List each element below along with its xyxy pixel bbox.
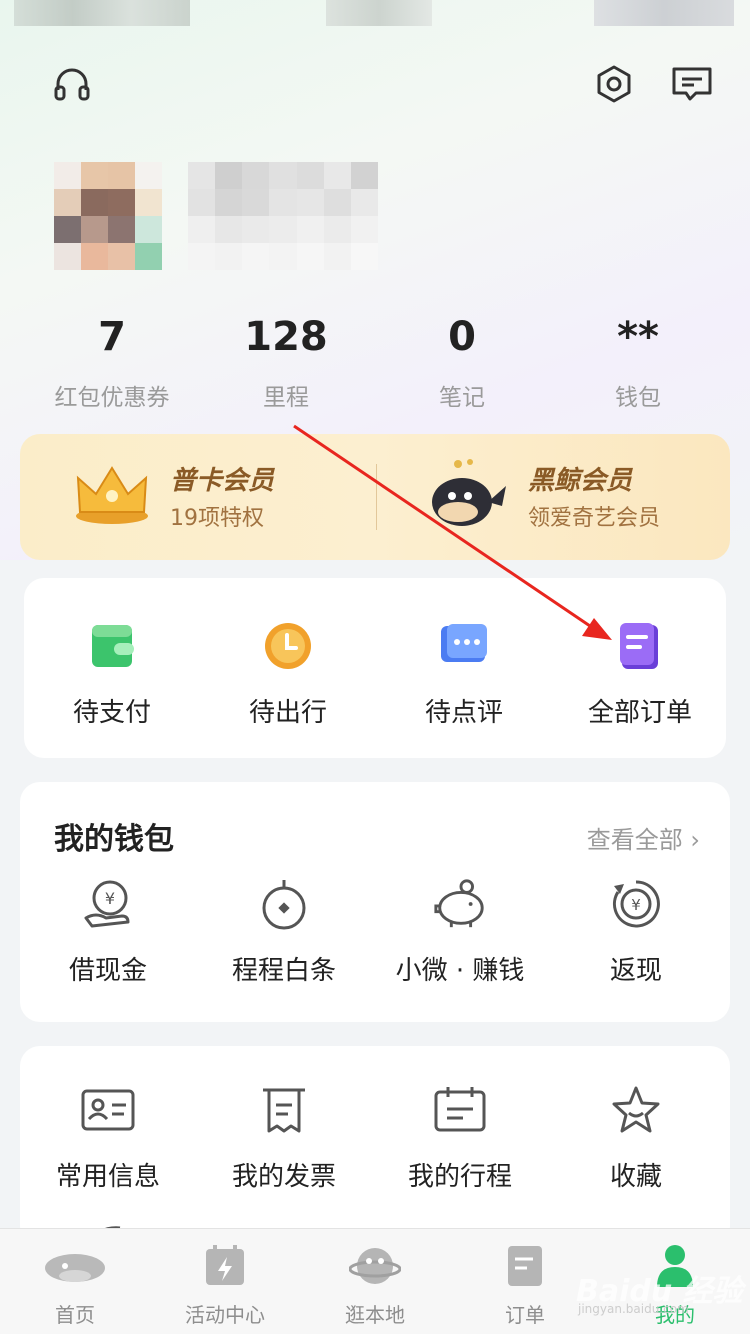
svg-text:¥: ¥ (631, 896, 641, 914)
orders-card: 待支付 待出行 待点评 全部订单 (24, 578, 726, 758)
tab-label: 首页 (55, 1303, 95, 1327)
member-black-whale-title[interactable]: 黑鲸会员 (528, 460, 632, 497)
whale-icon (428, 456, 508, 532)
service-favorites[interactable]: 收藏 (548, 1082, 724, 1193)
member-basic-title[interactable]: 普卡会员 (170, 460, 274, 497)
invoice-icon (256, 1082, 312, 1138)
tab-local[interactable]: 逛本地 (300, 1239, 450, 1328)
stat-coupons[interactable]: 7 红包优惠券 (24, 310, 200, 412)
piggy-bank-icon (432, 876, 488, 932)
settings-gear-icon[interactable] (592, 62, 636, 106)
stat-label: 笔记 (439, 385, 485, 411)
tab-label: 活动中心 (185, 1303, 265, 1327)
service-itinerary[interactable]: 我的行程 (372, 1082, 548, 1193)
wallet-item-label: 返现 (609, 956, 662, 986)
wallet-icon (84, 618, 140, 674)
member-basic-subtitle: 19项特权 (170, 506, 264, 531)
stat-label: 钱包 (615, 385, 661, 411)
wallet-item-label: 小微 · 赚钱 (395, 956, 525, 986)
cashback-icon: ¥ (608, 876, 664, 932)
wallet-title: 我的钱包 (54, 822, 174, 857)
service-invoice[interactable]: 我的发票 (196, 1082, 372, 1193)
tab-home[interactable]: 首页 (0, 1239, 150, 1328)
document-icon (612, 618, 668, 674)
order-pending-payment[interactable]: 待支付 (24, 618, 200, 729)
wallet-item-cashback[interactable]: ¥ 返现 (548, 876, 724, 987)
activity-icon (193, 1239, 257, 1293)
yuan-hand-icon: ¥ (80, 876, 136, 932)
star-icon (608, 1082, 664, 1138)
compass-icon (256, 876, 312, 932)
service-label: 我的行程 (407, 1162, 512, 1192)
calendar-icon (432, 1082, 488, 1138)
avatar[interactable] (54, 162, 162, 270)
stat-label: 里程 (263, 385, 309, 411)
order-upcoming[interactable]: 待出行 (200, 618, 376, 729)
stat-notes[interactable]: 0 笔记 (374, 310, 550, 412)
service-label: 收藏 (609, 1162, 662, 1192)
order-label: 全部订单 (587, 698, 692, 728)
membership-card: 普卡会员 19项特权 黑鲸会员 领爱奇艺会员 (20, 434, 730, 560)
headset-icon[interactable] (50, 62, 94, 106)
stat-wallet[interactable]: ** 钱包 (550, 310, 726, 412)
wallet-card: 我的钱包 查看全部 › ¥ 借现金 程程白条 小微 · 赚钱 ¥ 返现 (20, 782, 730, 1022)
order-label: 待出行 (248, 698, 327, 728)
stat-value: ** (617, 314, 659, 360)
order-all[interactable]: 全部订单 (552, 618, 728, 729)
status-bar (0, 0, 750, 30)
wallet-item-label: 借现金 (68, 956, 147, 986)
clock-icon (260, 618, 316, 674)
member-divider (376, 464, 377, 530)
service-common-info[interactable]: 常用信息 (20, 1082, 196, 1193)
view-all-link[interactable]: 查看全部 › (587, 820, 700, 855)
planet-icon (343, 1239, 407, 1293)
stats-row: 7 红包优惠券 128 里程 0 笔记 ** 钱包 (0, 310, 750, 412)
crown-icon (72, 464, 152, 528)
member-black-whale-subtitle: 领爱奇艺会员 (528, 506, 661, 531)
user-name (188, 162, 378, 270)
order-label: 待支付 (72, 698, 151, 728)
home-whale-icon (43, 1239, 107, 1293)
stat-value: 128 (244, 314, 328, 360)
order-to-review[interactable]: 待点评 (376, 618, 552, 729)
order-icon (493, 1239, 557, 1293)
wallet-item-credit[interactable]: 程程白条 (196, 876, 372, 987)
chat-bubble-icon (436, 618, 492, 674)
stat-value: 0 (448, 314, 476, 360)
message-icon[interactable] (670, 62, 714, 106)
tab-activity[interactable]: 活动中心 (150, 1239, 300, 1328)
wallet-item-borrow-cash[interactable]: ¥ 借现金 (20, 876, 196, 987)
watermark-url: jingyan.baidu.com (578, 1302, 689, 1316)
service-label: 常用信息 (55, 1162, 160, 1192)
wallet-item-earn[interactable]: 小微 · 赚钱 (372, 876, 548, 987)
tab-label: 逛本地 (345, 1303, 405, 1327)
wallet-item-label: 程程白条 (231, 956, 336, 986)
services-card: 常用信息 我的发票 我的行程 收藏 (20, 1046, 730, 1246)
id-card-icon (80, 1082, 136, 1138)
stat-mileage[interactable]: 128 里程 (198, 310, 374, 412)
svg-text:¥: ¥ (105, 889, 115, 908)
stat-label: 红包优惠券 (54, 385, 170, 411)
service-label: 我的发票 (231, 1162, 336, 1192)
order-label: 待点评 (424, 698, 503, 728)
stat-value: 7 (98, 314, 126, 360)
